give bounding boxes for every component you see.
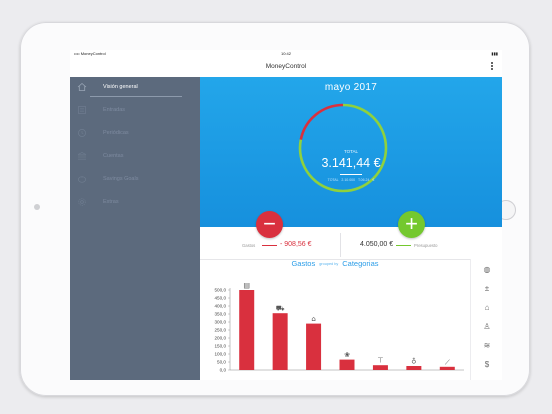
sidebar-item-vision-general[interactable]: Visión general: [70, 77, 200, 99]
paw-icon: ❀: [344, 351, 350, 359]
gastos-value: - 908,56 €: [280, 241, 312, 248]
y-tick-label: 50,0: [217, 360, 226, 365]
plus-minus-icon[interactable]: ±: [481, 283, 493, 295]
list-icon: [78, 106, 86, 114]
tablet-frame: •••• MoneyControl 10:42 ▮▮▮ MoneyControl…: [20, 22, 530, 396]
chart-bar[interactable]: [272, 313, 288, 370]
sidebar-item-entradas[interactable]: Entradas: [70, 100, 200, 122]
y-tick-label: 150,0: [215, 344, 227, 349]
active-indicator: [90, 96, 182, 97]
total-label: TOTAL: [343, 149, 359, 154]
sidebar-item-label: Cuentas: [103, 153, 124, 159]
total-value: 3.141,44 €: [321, 156, 381, 170]
chart-header: Gastos grouped by Categorias: [200, 259, 470, 273]
sidebar-item-label: Visión general: [103, 84, 138, 90]
y-tick-label: 400,0: [215, 304, 227, 309]
dollar-icon[interactable]: $: [481, 359, 493, 371]
chart-bar[interactable]: [339, 359, 355, 370]
budget-label: Presupuesto: [414, 243, 438, 248]
globe-icon[interactable]: ◍: [481, 264, 493, 276]
clock-icon: [78, 129, 86, 137]
sidebar-item-extras[interactable]: Extras: [70, 192, 200, 214]
status-bar: •••• MoneyControl 10:42 ▮▮▮: [70, 50, 502, 57]
person-icon[interactable]: ♙: [481, 321, 493, 333]
app-title: MoneyControl: [265, 63, 307, 70]
sidebar-item-periodicas[interactable]: Periódicas: [70, 123, 200, 145]
chart-bar[interactable]: [439, 366, 455, 370]
add-expense-button[interactable]: −: [256, 211, 283, 238]
sidebar-item-cuentas[interactable]: Cuentas: [70, 146, 200, 168]
gastos-label: Gastos: [242, 243, 256, 248]
camera: [34, 204, 40, 210]
gift-icon: ♁: [411, 358, 416, 366]
more-menu-icon[interactable]: [490, 61, 494, 73]
y-tick-label: 450,0: [215, 296, 227, 301]
layers-icon[interactable]: ≋: [481, 340, 493, 352]
expenses-bar-chart: 0,0 50,0 100,0 150,0 200,0 250,0 300,0 350,0 400…: [215, 282, 464, 373]
medicine-icon: ⟋: [445, 358, 450, 366]
house-icon: ⌂: [311, 315, 315, 323]
y-tick-label: 500,0: [215, 288, 227, 293]
dashboard-panel: mayo 2017 TOTAL 3.141,44 € TOTAL 2.10.00…: [200, 77, 502, 227]
grouped-by-label: grouped by: [319, 262, 339, 266]
chart-bar[interactable]: [372, 365, 388, 370]
summary-divider: [340, 233, 341, 257]
y-tick-label: 100,0: [215, 352, 227, 357]
y-tick-label: 250,0: [215, 328, 227, 333]
savings-icon: [78, 176, 86, 183]
car-icon: ⛟: [276, 305, 285, 313]
tag-icon[interactable]: ⌂: [481, 302, 493, 314]
budget-value: 4.050,00 €: [360, 241, 394, 248]
sidebar-item-label: Periódicas: [103, 130, 129, 136]
add-income-button[interactable]: +: [398, 211, 425, 238]
receipt-icon: ▤: [243, 282, 250, 290]
summary-bar: − + Gastos - 908,56 € 4.050,00 € Presupu…: [200, 211, 502, 260]
home-icon: [77, 82, 87, 91]
gear-icon: [78, 198, 86, 206]
chart-group-selector[interactable]: Categorias: [342, 259, 378, 268]
y-tick-label: 200,0: [215, 336, 227, 341]
gastos-line: [262, 245, 277, 246]
sidebar: Visión general Entradas Periódicas Cuent…: [70, 77, 200, 380]
total-subtext: TOTAL 2.10.000 T.06.24 €: [327, 178, 375, 182]
y-tick-label: 300,0: [215, 320, 227, 325]
battery-icon: ▮▮▮: [491, 51, 498, 56]
bank-icon: [77, 152, 87, 160]
y-tick-label: 0,0: [220, 368, 227, 373]
chart-options-bar: ◍ ± ⌂ ♙ ≋ $: [470, 259, 502, 380]
app-screen: •••• MoneyControl 10:42 ▮▮▮ MoneyControl…: [70, 50, 502, 380]
shirt-icon: ⊤: [377, 357, 383, 365]
chart-bar[interactable]: [406, 366, 422, 370]
y-tick-label: 350,0: [215, 312, 227, 317]
app-header: MoneyControl: [70, 57, 502, 78]
budget-line: [396, 245, 411, 246]
total-ring: [298, 103, 388, 193]
sidebar-item-label: Extras: [103, 199, 119, 205]
chart-bar[interactable]: [239, 290, 255, 370]
chart-bar[interactable]: [306, 323, 322, 370]
total-divider: [340, 174, 362, 175]
status-time: 10:42: [280, 51, 291, 56]
chart-metric-selector[interactable]: Gastos: [291, 259, 315, 268]
sidebar-item-savings-goals[interactable]: Savings Goals: [70, 169, 200, 191]
sidebar-item-label: Savings Goals: [103, 176, 139, 182]
sidebar-item-label: Entradas: [103, 107, 126, 113]
month-selector[interactable]: mayo 2017: [200, 82, 502, 93]
